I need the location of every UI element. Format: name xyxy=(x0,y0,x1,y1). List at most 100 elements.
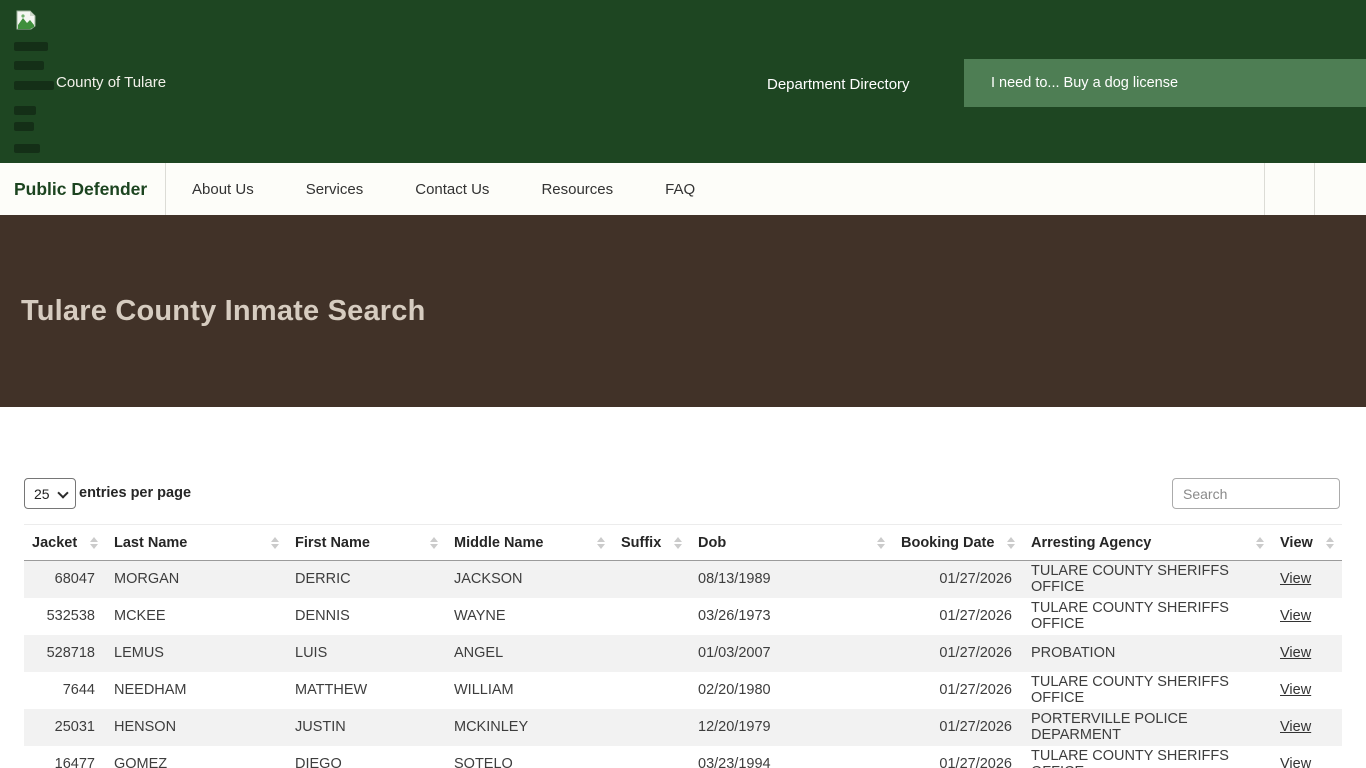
column-header-booking-date[interactable]: Booking Date xyxy=(893,524,1023,561)
cell-middle-name: JACKSON xyxy=(446,560,613,598)
sort-arrows-icon[interactable] xyxy=(597,536,605,549)
column-header-jacket[interactable]: Jacket xyxy=(24,524,106,561)
view-link[interactable]: View xyxy=(1280,719,1311,735)
ghost-menu-line xyxy=(14,122,34,131)
sort-arrows-icon[interactable] xyxy=(674,536,682,549)
column-header-suffix[interactable]: Suffix xyxy=(613,524,690,561)
site-name: County of Tulare xyxy=(56,74,167,91)
hero-banner: Tulare County Inmate Search xyxy=(0,215,1366,407)
sort-arrows-icon[interactable] xyxy=(1326,536,1334,549)
cell-first-name: MATTHEW xyxy=(295,682,368,698)
sort-arrows-icon[interactable] xyxy=(90,536,98,549)
cell-arresting-agency: TULARE COUNTY SHERIFFS OFFICE xyxy=(1031,748,1229,768)
nav-item-services[interactable]: Services xyxy=(280,181,390,198)
cell-arresting-agency: PORTERVILLE POLICE DEPARMENT xyxy=(1023,708,1272,746)
cell-middle-name: ANGEL xyxy=(446,634,613,672)
entries-select-wrap: 25 xyxy=(24,478,76,509)
entries-per-page-select[interactable]: 25 xyxy=(24,478,76,509)
department-title: Public Defender xyxy=(14,178,148,199)
cell-booking-date: 01/27/2026 xyxy=(893,634,1023,672)
sort-arrows-icon[interactable] xyxy=(1256,536,1264,549)
column-header-last-name[interactable]: Last Name xyxy=(106,524,287,561)
cell-middle-name: MCKINLEY xyxy=(446,708,613,746)
sort-arrows-icon[interactable] xyxy=(430,536,438,549)
column-header-view[interactable]: View xyxy=(1272,524,1342,561)
cell-first-name: DENNIS xyxy=(295,608,350,624)
cell-middle-name: SOTELO xyxy=(454,756,513,768)
cell-middle-name: WAYNE xyxy=(454,608,506,624)
sort-arrows-icon[interactable] xyxy=(271,536,279,549)
ghost-menu-line xyxy=(14,42,48,51)
cell-booking-date: 01/27/2026 xyxy=(939,756,1012,768)
page: County of Tulare Department Directory I … xyxy=(0,0,1366,768)
cell-last-name: HENSON xyxy=(106,708,287,746)
cell-first-name: LUIS xyxy=(287,634,446,672)
cell-dob: 03/26/1973 xyxy=(698,608,771,624)
table-row: 16477 GOMEZ DIEGO SOTELO 03/23/1994 01/2… xyxy=(24,746,1342,768)
column-header-first-name[interactable]: First Name xyxy=(287,524,446,561)
column-header-arresting-agency[interactable]: Arresting Agency xyxy=(1023,524,1272,561)
cell-arresting-agency: PROBATION xyxy=(1023,634,1272,672)
sort-arrows-icon[interactable] xyxy=(1007,536,1015,549)
view-link[interactable]: View xyxy=(1280,645,1311,661)
department-nav: Public Defender About Us Services Contac… xyxy=(0,163,1366,215)
cell-jacket: 25031 xyxy=(24,708,106,746)
cell-booking-date: 01/27/2026 xyxy=(939,682,1012,698)
nav-item-resources[interactable]: Resources xyxy=(515,181,639,198)
sort-arrows-icon[interactable] xyxy=(877,536,885,549)
column-header-dob[interactable]: Dob xyxy=(690,524,893,561)
cell-dob: 03/23/1994 xyxy=(698,756,771,768)
page-title: Tulare County Inmate Search xyxy=(21,294,426,327)
department-directory-link[interactable]: Department Directory xyxy=(767,76,910,93)
cell-arresting-agency: TULARE COUNTY SHERIFFS OFFICE xyxy=(1031,600,1229,632)
cell-jacket: 532538 xyxy=(46,608,95,624)
cell-suffix xyxy=(613,708,690,746)
cell-suffix xyxy=(613,598,690,635)
table-row: 528718 LEMUS LUIS ANGEL 01/03/2007 01/27… xyxy=(24,634,1342,672)
cell-first-name: DIEGO xyxy=(295,756,342,768)
cell-booking-date: 01/27/2026 xyxy=(939,608,1012,624)
ghost-menu-line xyxy=(14,144,40,153)
column-header-middle-name[interactable]: Middle Name xyxy=(446,524,613,561)
table-row: 68047 MORGAN DERRIC JACKSON 08/13/1989 0… xyxy=(24,560,1342,598)
nav-item-faq[interactable]: FAQ xyxy=(639,181,721,198)
view-link[interactable]: View xyxy=(1280,608,1311,624)
cell-booking-date: 01/27/2026 xyxy=(893,560,1023,598)
nav-item-about-us[interactable]: About Us xyxy=(166,181,280,198)
cell-last-name: MCKEE xyxy=(114,608,166,624)
view-link[interactable]: View xyxy=(1280,756,1311,768)
cell-suffix xyxy=(613,560,690,598)
inmate-table: Jacket Last Name First Name Middle Name … xyxy=(24,524,1342,768)
cell-jacket: 16477 xyxy=(54,756,95,768)
nav-divider xyxy=(1264,163,1265,215)
site-header: County of Tulare Department Directory I … xyxy=(0,0,1366,163)
cell-jacket: 7644 xyxy=(62,682,95,698)
cell-last-name: NEEDHAM xyxy=(114,682,187,698)
ghost-menu-line xyxy=(14,106,36,115)
view-link[interactable]: View xyxy=(1280,682,1311,698)
table-row: 7644 NEEDHAM MATTHEW WILLIAM 02/20/1980 … xyxy=(24,672,1342,709)
nav-items: About Us Services Contact Us Resources F… xyxy=(166,163,721,215)
table-row: 25031 HENSON JUSTIN MCKINLEY 12/20/1979 … xyxy=(24,708,1342,746)
cell-first-name: DERRIC xyxy=(287,560,446,598)
ghost-menu-line xyxy=(14,81,54,90)
nav-item-contact-us[interactable]: Contact Us xyxy=(389,181,515,198)
cell-suffix xyxy=(613,746,690,768)
broken-image-icon xyxy=(16,10,36,30)
i-need-to-button[interactable]: I need to... Buy a dog license xyxy=(964,59,1366,107)
inmate-search-content: 25 entries per page Jacket Last Name Fir… xyxy=(24,478,1342,768)
nav-divider xyxy=(1314,163,1315,215)
cell-last-name: MORGAN xyxy=(106,560,287,598)
table-header-row: Jacket Last Name First Name Middle Name … xyxy=(24,524,1342,561)
cell-last-name: GOMEZ xyxy=(114,756,168,768)
table-controls: 25 entries per page xyxy=(24,478,1342,524)
ghost-menu-line xyxy=(14,61,44,70)
cell-suffix xyxy=(613,672,690,709)
table-row: 532538 MCKEE DENNIS WAYNE 03/26/1973 01/… xyxy=(24,598,1342,635)
cell-jacket: 528718 xyxy=(24,634,106,672)
cell-booking-date: 01/27/2026 xyxy=(893,708,1023,746)
search-input[interactable] xyxy=(1172,478,1340,509)
cell-middle-name: WILLIAM xyxy=(454,682,514,698)
view-link[interactable]: View xyxy=(1280,571,1311,587)
cell-first-name: JUSTIN xyxy=(287,708,446,746)
